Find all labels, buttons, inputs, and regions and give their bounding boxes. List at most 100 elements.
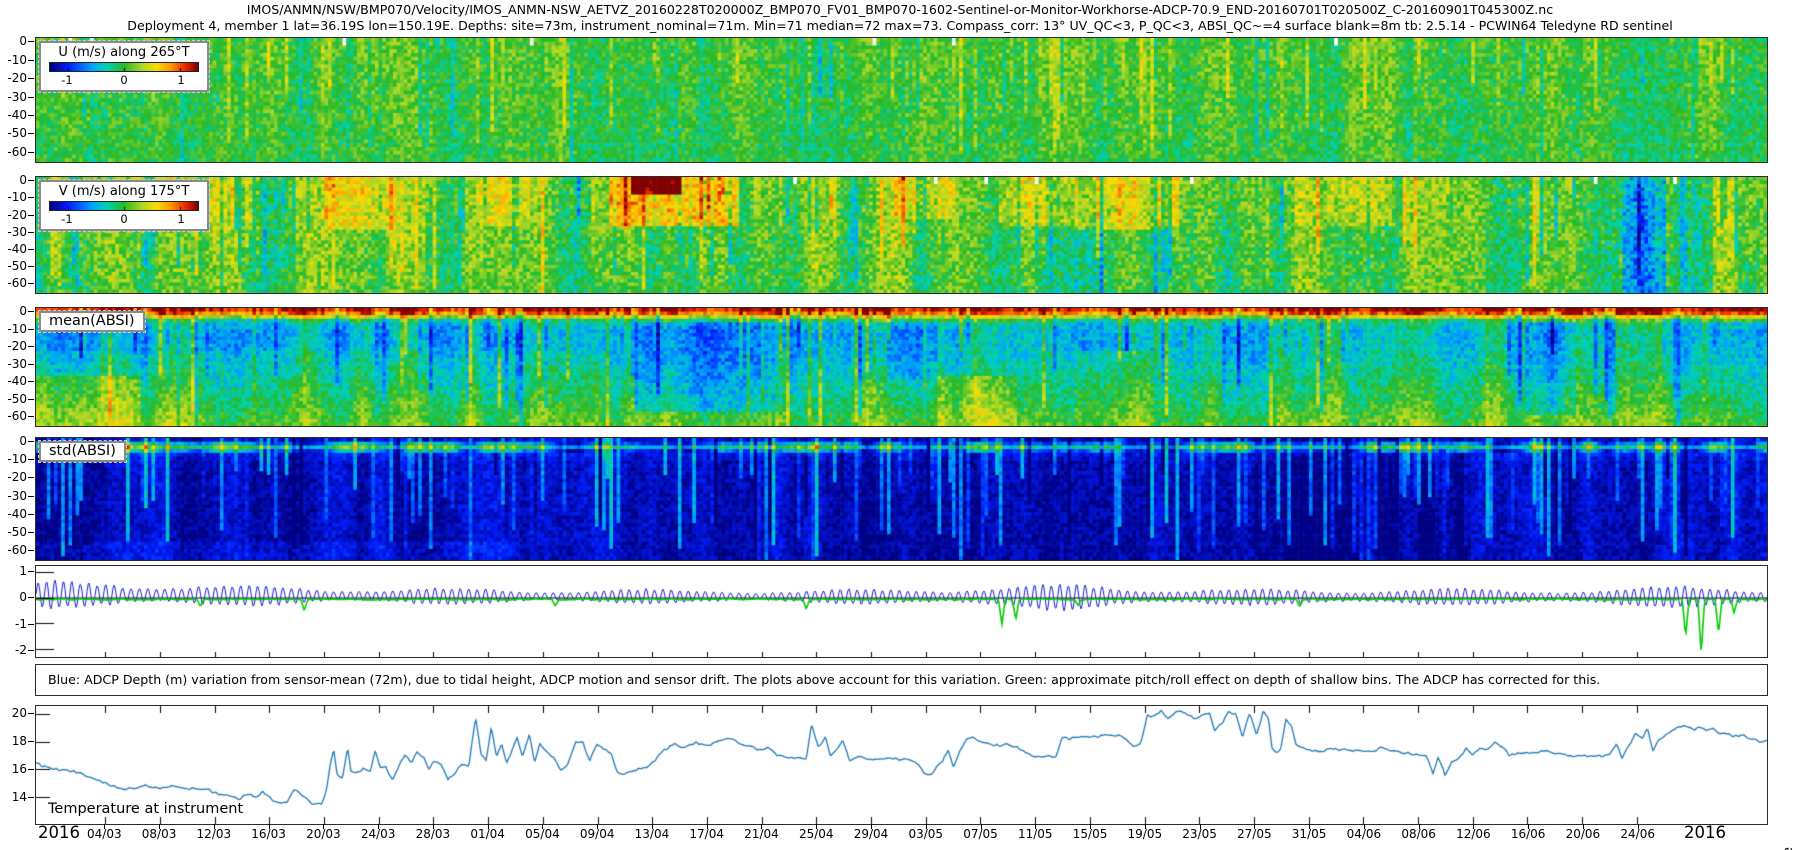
y-tick-mark [28, 115, 34, 116]
x-tick-mark [652, 824, 653, 829]
y-tick-mark [28, 741, 34, 742]
y-tick-label: -60 [0, 409, 27, 423]
y-tick-label: -10 [0, 452, 27, 466]
y-tick-label: -30 [0, 357, 27, 371]
x-tick-mark [816, 824, 817, 829]
x-tick-label: 24/06 [1620, 827, 1655, 841]
u-legend-tick-zero: 0 [120, 73, 127, 87]
y-tick-label: 14 [0, 790, 27, 804]
x-tick-mark [1583, 824, 1584, 829]
y-tick-mark [28, 532, 34, 533]
v-velocity-heatmap-canvas [36, 177, 1767, 293]
x-tick-mark [1145, 824, 1146, 829]
temperature-line-panel: Temperature at instrument [35, 705, 1768, 825]
x-tick-label: 31/05 [1292, 827, 1327, 841]
y-tick-mark [28, 249, 34, 250]
depth-variation-line-panel [35, 565, 1768, 658]
v-velocity-colorbar-legend: V (m/s) along 175°T -1 0 1 [39, 180, 209, 231]
y-tick-label: -20 [0, 339, 27, 353]
v-legend-colorbar-wrap: -1 0 1 [49, 201, 199, 226]
x-tick-label: 08/03 [142, 827, 177, 841]
y-tick-label: -50 [0, 259, 27, 273]
x-tick-label: 21/04 [744, 827, 779, 841]
y-tick-mark [28, 311, 34, 312]
x-tick-label: 20/03 [306, 827, 341, 841]
u-velocity-colorbar-legend: U (m/s) along 265°T -1 0 1 [39, 41, 209, 92]
x-tick-mark [1254, 824, 1255, 829]
y-tick-label: -40 [0, 242, 27, 256]
temperature-panel-label: Temperature at instrument [48, 801, 243, 817]
x-tick-label: 11/05 [1018, 827, 1053, 841]
v-legend-colorbar [49, 201, 199, 211]
y-tick-label: 0 [0, 590, 27, 604]
x-tick-mark [761, 824, 762, 829]
y-tick-mark [28, 441, 34, 442]
x-tick-label: 29/04 [854, 827, 889, 841]
y-tick-label: 0 [0, 304, 27, 318]
x-tick-mark [214, 824, 215, 829]
y-tick-mark [28, 797, 34, 798]
y-tick-mark [28, 550, 34, 551]
y-tick-label: -60 [0, 543, 27, 557]
depth-variation-caption: Blue: ADCP Depth (m) variation from sens… [35, 664, 1768, 696]
x-tick-mark [159, 824, 160, 829]
y-tick-mark [28, 232, 34, 233]
u-legend-colorbar [49, 62, 199, 72]
y-tick-label: -50 [0, 392, 27, 406]
x-tick-mark [488, 824, 489, 829]
y-tick-mark [28, 416, 34, 417]
x-tick-mark [1035, 824, 1036, 829]
x-tick-label: 09/04 [580, 827, 615, 841]
x-axis-year-right: 2016 [1684, 823, 1726, 842]
figure-title-line2: Deployment 4, member 1 lat=36.19S lon=15… [0, 18, 1800, 33]
u-legend-tick-neg1: -1 [61, 73, 72, 87]
x-tick-mark [104, 824, 105, 829]
y-tick-label: -50 [0, 525, 27, 539]
y-tick-label: -10 [0, 190, 27, 204]
x-axis-year-left: 2016 [38, 823, 80, 842]
y-tick-mark [28, 769, 34, 770]
x-tick-label: 17/04 [689, 827, 724, 841]
v-legend-title: V (m/s) along 175°T [49, 184, 199, 201]
y-tick-mark [28, 266, 34, 267]
adcp-summary-figure: IMOS/ANMN/NSW/BMP070/Velocity/IMOS_ANMN-… [0, 0, 1800, 850]
y-tick-label: -20 [0, 208, 27, 222]
y-tick-label: -30 [0, 225, 27, 239]
y-tick-mark [28, 152, 34, 153]
mean-absi-heatmap-canvas [36, 308, 1767, 426]
mean-absi-heatmap-panel: mean(ABSI) [35, 307, 1768, 427]
std-absi-label: std(ABSI) [39, 441, 126, 462]
x-tick-label: 25/04 [799, 827, 834, 841]
x-tick-mark [1090, 824, 1091, 829]
x-tick-mark [1309, 824, 1310, 829]
y-tick-label: -1 [0, 617, 27, 631]
y-tick-label: 0 [0, 173, 27, 187]
y-tick-label: 0 [0, 434, 27, 448]
x-tick-label: 03/05 [908, 827, 943, 841]
y-tick-label: 18 [0, 734, 27, 748]
v-legend-tick-pos1: 1 [177, 212, 184, 226]
x-tick-label: 07/05 [963, 827, 998, 841]
y-tick-mark [28, 41, 34, 42]
y-tick-label: -60 [0, 276, 27, 290]
x-tick-label: 15/05 [1073, 827, 1108, 841]
mean-absi-label: mean(ABSI) [39, 311, 145, 332]
x-tick-label: 20/06 [1566, 827, 1601, 841]
v-legend-tick-neg1: -1 [61, 212, 72, 226]
y-tick-mark [28, 477, 34, 478]
y-tick-mark [28, 713, 34, 714]
temperature-line-canvas [36, 706, 1767, 824]
y-tick-label: -50 [0, 126, 27, 140]
y-tick-label: -2 [0, 643, 27, 657]
v-legend-tick-zero: 0 [120, 212, 127, 226]
y-tick-mark [28, 283, 34, 284]
y-tick-label: -60 [0, 145, 27, 159]
x-tick-label: 04/03 [87, 827, 122, 841]
x-tick-mark [707, 824, 708, 829]
y-tick-label: 20 [0, 706, 27, 720]
figure-title-line1: IMOS/ANMN/NSW/BMP070/Velocity/IMOS_ANMN-… [0, 2, 1800, 17]
y-tick-mark [28, 60, 34, 61]
std-absi-heatmap-canvas [36, 438, 1767, 560]
x-tick-label: 04/06 [1347, 827, 1382, 841]
y-tick-mark [28, 364, 34, 365]
